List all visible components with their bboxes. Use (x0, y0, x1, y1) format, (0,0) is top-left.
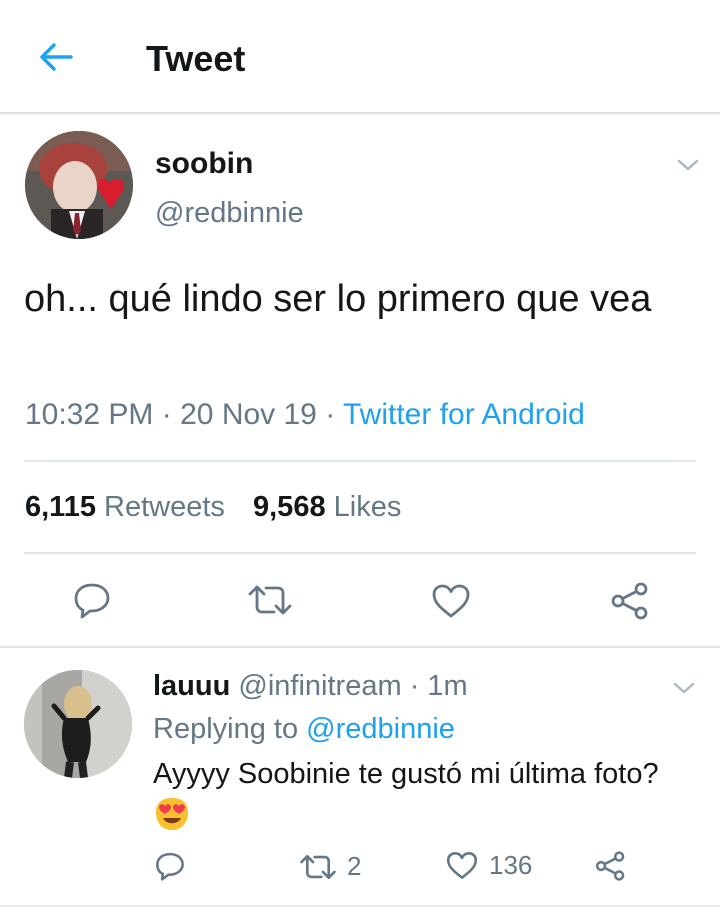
tweet-date: 20 Nov 19 (180, 398, 317, 431)
share-button[interactable] (609, 581, 651, 621)
reply-menu-button[interactable] (664, 668, 704, 708)
avatar[interactable] (25, 131, 133, 239)
tweet-meta: 10:32 PM · 20 Nov 19 · Twitter for Andro… (25, 398, 585, 432)
retweet-button[interactable] (247, 583, 293, 617)
author-handle[interactable]: @redbinnie (155, 197, 304, 230)
tweet-menu-button[interactable] (668, 145, 708, 185)
meta-separator: · (161, 398, 172, 431)
replying-to-label: Replying to (153, 713, 299, 745)
likes-count[interactable]: 9,568 (253, 491, 326, 523)
divider (24, 552, 696, 554)
reply-retweet-count: 2 (347, 851, 362, 881)
reply-time: 1m (427, 670, 468, 702)
back-button[interactable] (30, 36, 82, 78)
retweet-icon (300, 854, 336, 879)
page-title: Tweet (146, 38, 246, 79)
reply-avatar[interactable] (24, 670, 132, 778)
likes-label[interactable]: Likes (334, 491, 402, 523)
share-icon (595, 851, 625, 881)
reply-author-name[interactable]: lauuu (153, 670, 230, 702)
divider (24, 460, 696, 462)
share-icon (611, 582, 648, 620)
reply-icon (156, 852, 184, 881)
reply-reply-button[interactable] (154, 851, 186, 881)
heart-icon (446, 852, 478, 879)
section-divider (0, 905, 720, 907)
retweet-icon (248, 585, 292, 615)
meta-separator: · (325, 398, 336, 431)
author-name[interactable]: soobin (155, 147, 253, 181)
tweet-time: 10:32 PM (25, 398, 154, 431)
reply-header: lauuu @infinitream · 1m (153, 670, 468, 703)
section-divider (0, 646, 720, 648)
reply-like-count: 136 (489, 850, 533, 880)
retweets-label[interactable]: Retweets (104, 491, 225, 523)
chevron-down-icon (673, 682, 695, 694)
chevron-down-icon (677, 159, 699, 171)
reply-share-button[interactable] (594, 850, 627, 882)
replying-to-mention[interactable]: @redbinnie (306, 713, 455, 745)
heart-icon (432, 584, 470, 618)
meta-separator: · (409, 670, 420, 702)
replying-to: Replying to @redbinnie (153, 713, 455, 746)
profile-photo (24, 670, 132, 778)
tweet-stats: 6,115 Retweets 9,568 Likes (25, 491, 401, 524)
tweet-source-link[interactable]: Twitter for Android (343, 398, 585, 431)
reply-button[interactable] (72, 581, 112, 619)
profile-photo (25, 131, 133, 239)
tweet-text: oh... qué lindo ser lo primero que vea (24, 278, 652, 320)
retweets-count[interactable]: 6,115 (25, 491, 96, 523)
reply-text: Ayyyy Soobinie te gustó mi última foto? (153, 758, 659, 790)
reply-icon (74, 583, 110, 619)
reply-retweet-button[interactable]: 2 (299, 851, 361, 882)
reply-author-handle[interactable]: @infinitream (238, 670, 401, 702)
heart-eyes-emoji (156, 798, 188, 830)
like-button[interactable] (430, 582, 472, 620)
arrow-left-icon (40, 43, 73, 71)
app-header: Tweet (0, 0, 720, 114)
reply-like-button[interactable]: 136 (445, 850, 532, 881)
